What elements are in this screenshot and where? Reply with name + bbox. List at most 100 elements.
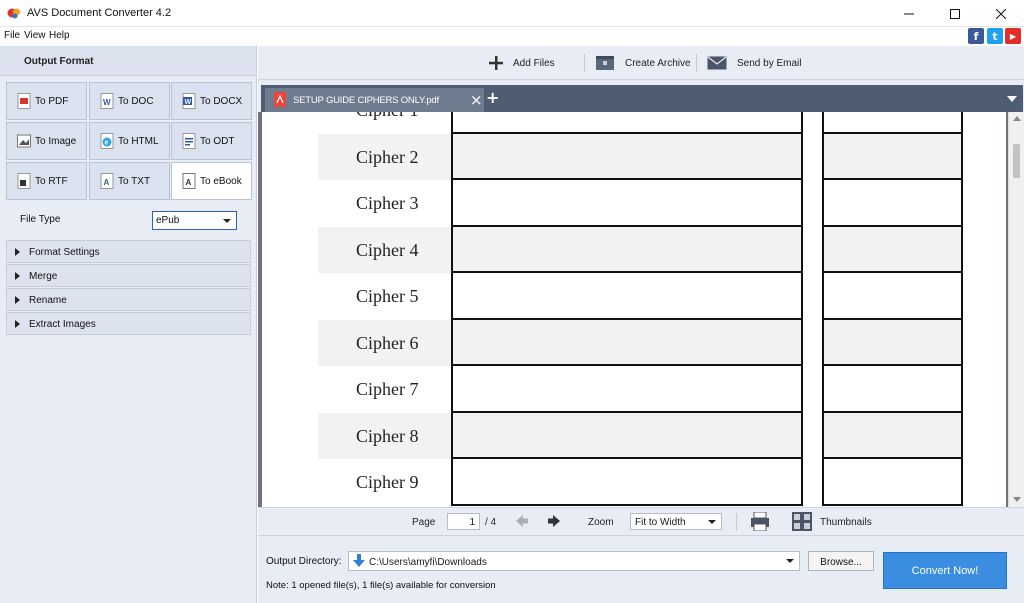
next-page-icon[interactable]	[547, 514, 561, 528]
cipher-label: Cipher 6	[318, 319, 451, 366]
format-to-odt-button[interactable]: To ODT	[171, 122, 252, 160]
svg-text:A: A	[186, 178, 192, 187]
send-by-email-label: Send by Email	[737, 57, 802, 69]
cipher-row: Cipher 5	[262, 273, 1006, 320]
convert-now-button[interactable]: Convert Now!	[883, 552, 1007, 589]
format-label: To TXT	[118, 175, 151, 187]
doc-icon: W	[100, 93, 114, 109]
minimize-icon	[904, 13, 914, 14]
create-archive-button[interactable]: Create Archive	[595, 46, 691, 80]
file-type-label: File Type	[20, 214, 61, 225]
docx-icon: W	[182, 93, 196, 109]
output-directory-label: Output Directory:	[266, 556, 342, 567]
cipher-check-cell	[822, 226, 963, 273]
maximize-icon	[950, 8, 960, 19]
document-page: Cipher 1Cipher 2 Cipher 3 Cipher 4 Cipher 5…	[262, 112, 1006, 507]
add-tab-icon[interactable]: +	[486, 88, 499, 107]
close-window-button[interactable]	[978, 0, 1024, 27]
navbar-divider	[736, 513, 737, 531]
section-label: Merge	[29, 271, 58, 282]
output-format-panel: Output Format To PDF W To DOC W To DOCX …	[0, 46, 257, 603]
format-to-rtf-button[interactable]: To RTF	[6, 162, 87, 200]
cipher-entry-cell	[451, 226, 803, 273]
cipher-entry-cell	[451, 459, 803, 506]
close-tab-icon[interactable]: ×	[470, 91, 483, 109]
format-to-doc-button[interactable]: W To DOC	[89, 82, 170, 120]
conversion-note: Note: 1 opened file(s), 1 file(s) availa…	[266, 580, 496, 591]
menu-file[interactable]: File	[4, 30, 20, 41]
document-tab[interactable]: SETUP GUIDE CIPHERS ONLY.pdf ×	[265, 88, 484, 112]
format-to-docx-button[interactable]: W To DOCX	[171, 82, 252, 120]
cipher-check-cell	[822, 180, 963, 227]
pdf-file-icon	[274, 92, 286, 107]
section-format-settings[interactable]: Format Settings	[6, 240, 251, 263]
cipher-check-cell	[822, 112, 963, 134]
cipher-check-cell	[822, 366, 963, 413]
cipher-label: Cipher 1	[318, 112, 451, 134]
add-files-button[interactable]: Add Files	[489, 46, 555, 80]
svg-text:W: W	[185, 99, 192, 106]
scrollbar-thumb[interactable]	[1013, 144, 1020, 178]
cipher-entry-cell	[451, 412, 803, 459]
svg-text:W: W	[103, 98, 111, 107]
cipher-entry-cell	[451, 180, 803, 227]
zoom-select[interactable]: Fit to Width	[630, 513, 722, 530]
scroll-up-icon[interactable]	[1013, 116, 1021, 121]
output-directory-select[interactable]: C:\Users\amyfi\Downloads	[348, 551, 800, 571]
cipher-row: Cipher 4	[262, 226, 1006, 273]
maximize-button[interactable]	[932, 0, 978, 27]
vertical-scrollbar[interactable]	[1008, 112, 1024, 507]
previous-page-icon[interactable]	[515, 514, 529, 528]
section-merge[interactable]: Merge	[6, 264, 251, 287]
output-format-title: Output Format	[24, 56, 94, 67]
document-viewer[interactable]: Cipher 1Cipher 2 Cipher 3 Cipher 4 Cipher 5…	[258, 112, 1024, 507]
browse-button[interactable]: Browse...	[808, 551, 874, 571]
file-type-value: ePub	[156, 215, 180, 226]
menu-help[interactable]: Help	[49, 30, 70, 41]
facebook-icon[interactable]: f	[968, 28, 984, 44]
format-to-image-button[interactable]: To Image	[6, 122, 87, 160]
format-label: To DOC	[118, 95, 154, 107]
cipher-label: Cipher 9	[356, 472, 419, 492]
section-rename[interactable]: Rename	[6, 288, 251, 311]
format-to-html-button[interactable]: e To HTML	[89, 122, 170, 160]
scroll-down-icon[interactable]	[1013, 497, 1021, 502]
twitter-icon[interactable]: t	[987, 28, 1003, 44]
title-bar: AVS Document Converter 4.2	[0, 0, 1024, 27]
tab-list-dropdown-icon[interactable]	[1007, 96, 1017, 102]
thumbnails-label[interactable]: Thumbnails	[820, 517, 872, 528]
cipher-check-cell	[822, 319, 963, 366]
format-to-ebook-button[interactable]: A To eBook	[171, 162, 252, 200]
zoom-label: Zoom	[588, 517, 614, 528]
send-by-email-button[interactable]: Send by Email	[707, 46, 801, 80]
section-label: Extract Images	[29, 319, 96, 330]
svg-text:e: e	[105, 140, 109, 147]
page-number-input[interactable]: 1	[447, 513, 480, 530]
minimize-button[interactable]	[886, 0, 932, 27]
format-label: To ODT	[200, 135, 235, 147]
format-to-txt-button[interactable]: A To TXT	[89, 162, 170, 200]
cipher-entry-cell	[451, 112, 803, 134]
output-format-header: Output Format	[0, 46, 256, 76]
file-type-select[interactable]: ePub	[152, 211, 237, 230]
cipher-label: Cipher 2	[318, 133, 451, 180]
cipher-label: Cipher 4	[318, 226, 451, 273]
format-label: To eBook	[200, 175, 242, 187]
youtube-icon[interactable]: ▶	[1005, 28, 1021, 44]
total-pages: / 4	[485, 517, 497, 528]
format-to-pdf-button[interactable]: To PDF	[6, 82, 87, 120]
chevron-down-icon	[708, 520, 716, 524]
cipher-check-cell	[822, 459, 963, 506]
toolbar-divider	[584, 54, 585, 72]
document-tab-bar: SETUP GUIDE CIPHERS ONLY.pdf × +	[258, 80, 1024, 112]
cipher-entry-cell	[451, 319, 803, 366]
menu-view[interactable]: View	[24, 30, 46, 41]
cipher-entry-cell	[451, 273, 803, 320]
section-extract-images[interactable]: Extract Images	[6, 312, 251, 335]
format-label: To HTML	[118, 135, 159, 147]
thumbnails-icon[interactable]	[792, 512, 812, 531]
printer-icon[interactable]	[750, 512, 770, 531]
expand-arrow-icon	[15, 320, 20, 328]
pdf-icon	[17, 93, 31, 109]
cipher-label: Cipher 8	[318, 412, 451, 459]
